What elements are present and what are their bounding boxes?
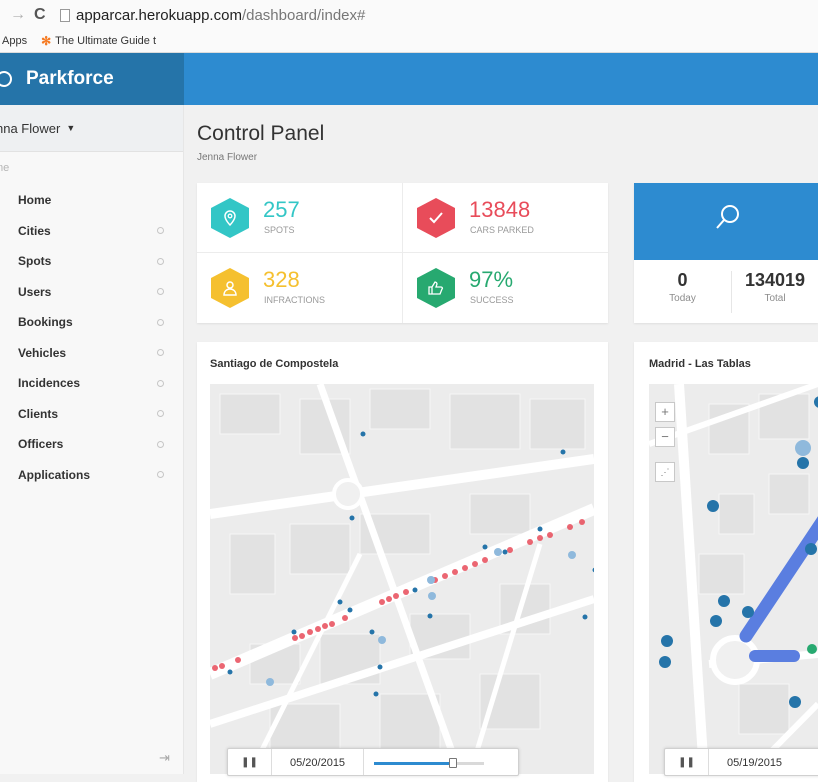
- sidebar-item-label: Bookings: [18, 315, 73, 330]
- sidebar-item-label: Incidences: [18, 376, 81, 391]
- sidebar-item-bookings[interactable]: Bookings: [0, 307, 183, 338]
- map-title: Santiago de Compostela: [210, 358, 339, 370]
- forward-icon[interactable]: →: [10, 6, 28, 24]
- bookmark-guide[interactable]: The Ultimate Guide t: [55, 35, 156, 47]
- location-pin-icon: [211, 198, 249, 238]
- circle-icon: [157, 440, 164, 448]
- sidebar-menu: Home Cities Spots Users Bookings Vehicles Inci…: [0, 185, 183, 490]
- search-banner[interactable]: [634, 183, 818, 260]
- pause-icon[interactable]: ❚❚: [228, 749, 272, 775]
- sidebar-item-label: Home: [18, 193, 52, 208]
- count-value: 0: [677, 270, 688, 290]
- slider-handle[interactable]: [449, 758, 458, 768]
- breadcrumb: me: [0, 162, 10, 174]
- sidebar-item-spots[interactable]: Spots: [0, 246, 183, 277]
- timeline-date: 05/20/2015: [272, 749, 365, 775]
- page-icon: [60, 8, 70, 22]
- sidebar-item-officers[interactable]: Officers: [0, 429, 183, 460]
- bookmark-apps[interactable]: Apps: [2, 35, 27, 47]
- stats-card: 257 SPOTS 13848 CARS PARKED 328 INFRACTI…: [197, 183, 608, 323]
- circle-icon: [157, 227, 164, 235]
- brand-name[interactable]: Parkforce: [26, 68, 114, 90]
- stat-spots: 257 SPOTS: [197, 183, 402, 252]
- stat-label: INFRACTIONS: [264, 295, 326, 305]
- map-card-santiago: Santiago de Compostela ❚❚ 05/20/2015: [197, 342, 608, 782]
- brand-bar: Parkforce: [0, 53, 184, 105]
- circle-icon: [157, 349, 164, 357]
- circle-icon: [157, 257, 164, 265]
- sidebar-item-label: Cities: [18, 223, 51, 238]
- stat-value: 257: [263, 197, 300, 222]
- stat-label: CARS PARKED: [470, 225, 534, 235]
- timeline-slider[interactable]: [374, 749, 485, 775]
- page-title: Control Panel: [197, 122, 325, 145]
- reload-icon[interactable]: C: [34, 6, 52, 24]
- map-title: Madrid - Las Tablas: [649, 358, 751, 370]
- count-today: 0 Today: [634, 270, 731, 304]
- zoom-in-button[interactable]: +: [655, 402, 675, 422]
- stat-label: SPOTS: [264, 225, 295, 235]
- timeline-date: 05/19/2015: [727, 757, 783, 769]
- search-card: 0 Today 134019 Total: [634, 183, 818, 323]
- map-santiago[interactable]: [210, 384, 594, 774]
- circle-icon: [157, 379, 164, 387]
- bookmarks-bar: Apps ✻ The Ultimate Guide t: [0, 31, 156, 51]
- stat-success: 97% SUCCESS: [403, 253, 608, 322]
- logo-icon: [0, 71, 12, 87]
- circle-icon: [157, 288, 164, 296]
- slider-fill: [374, 762, 454, 765]
- zoom-out-button[interactable]: −: [655, 427, 675, 447]
- hubspot-icon: ✻: [41, 34, 52, 48]
- count-label: Total: [764, 293, 786, 304]
- caret-down-icon: ▼: [66, 123, 76, 133]
- sidebar-item-incidences[interactable]: Incidences: [0, 368, 183, 399]
- person-icon: [211, 268, 249, 308]
- count-value: 134019: [744, 270, 806, 290]
- stat-value: 13848: [469, 197, 531, 222]
- map-madrid[interactable]: + − ⋰: [649, 384, 818, 774]
- stat-value: 328: [263, 267, 300, 292]
- address-bar: → C apparcar.herokuapp.com/dashboard/ind…: [0, 0, 818, 30]
- thumbs-up-icon: [417, 268, 455, 308]
- map-card-madrid: Madrid - Las Tablas + − ⋰ ❚❚ 05/19/2015: [634, 342, 818, 782]
- sidebar-item-label: Users: [18, 284, 52, 299]
- search-icon[interactable]: [714, 203, 742, 231]
- map-canvas: [210, 384, 594, 774]
- circle-icon: [157, 318, 164, 326]
- sidebar-item-label: Vehicles: [18, 345, 67, 360]
- circle-icon: [157, 471, 164, 479]
- stat-infractions: 328 INFRACTIONS: [197, 253, 402, 322]
- sidebar-item-applications[interactable]: Applications: [0, 460, 183, 491]
- circle-icon: [157, 410, 164, 418]
- sidebar-item-users[interactable]: Users: [0, 277, 183, 308]
- logout-icon[interactable]: ⇥: [159, 750, 170, 766]
- sidebar-item-vehicles[interactable]: Vehicles: [0, 338, 183, 369]
- user-menu[interactable]: nna Flower ▼: [0, 105, 183, 152]
- fullscreen-icon[interactable]: ⋰: [655, 462, 675, 482]
- page-subtitle: Jenna Flower: [197, 152, 258, 163]
- count-total: 134019 Total: [732, 270, 818, 304]
- url-field[interactable]: apparcar.herokuapp.com/dashboard/index#: [76, 7, 365, 24]
- stat-cars-parked: 13848 CARS PARKED: [403, 183, 608, 252]
- sidebar-item-label: Clients: [18, 406, 59, 421]
- sidebar-item-label: Spots: [18, 254, 52, 269]
- user-name: nna Flower: [0, 120, 61, 136]
- url-host: apparcar.herokuapp.com: [76, 6, 242, 24]
- sidebar-item-cities[interactable]: Cities: [0, 216, 183, 247]
- timeline-player: ❚❚ 05/20/2015: [227, 748, 519, 776]
- sidebar-item-label: Officers: [18, 437, 64, 452]
- sidebar-item-clients[interactable]: Clients: [0, 399, 183, 430]
- timeline-player: ❚❚ 05/19/2015: [664, 748, 818, 776]
- sidebar-item-label: Applications: [18, 467, 91, 482]
- top-navbar: [184, 53, 818, 105]
- pause-icon[interactable]: ❚❚: [665, 749, 709, 775]
- sidebar: nna Flower ▼ me Home Cities Spots Users Book…: [0, 105, 184, 774]
- stat-label: SUCCESS: [470, 295, 514, 305]
- stat-value: 97%: [469, 267, 514, 292]
- sidebar-item-home[interactable]: Home: [0, 185, 183, 216]
- checkmark-icon: [417, 198, 455, 238]
- browser-chrome: → C apparcar.herokuapp.com/dashboard/ind…: [0, 0, 818, 53]
- count-label: Today: [669, 293, 696, 304]
- url-path: /dashboard/index#: [241, 6, 366, 24]
